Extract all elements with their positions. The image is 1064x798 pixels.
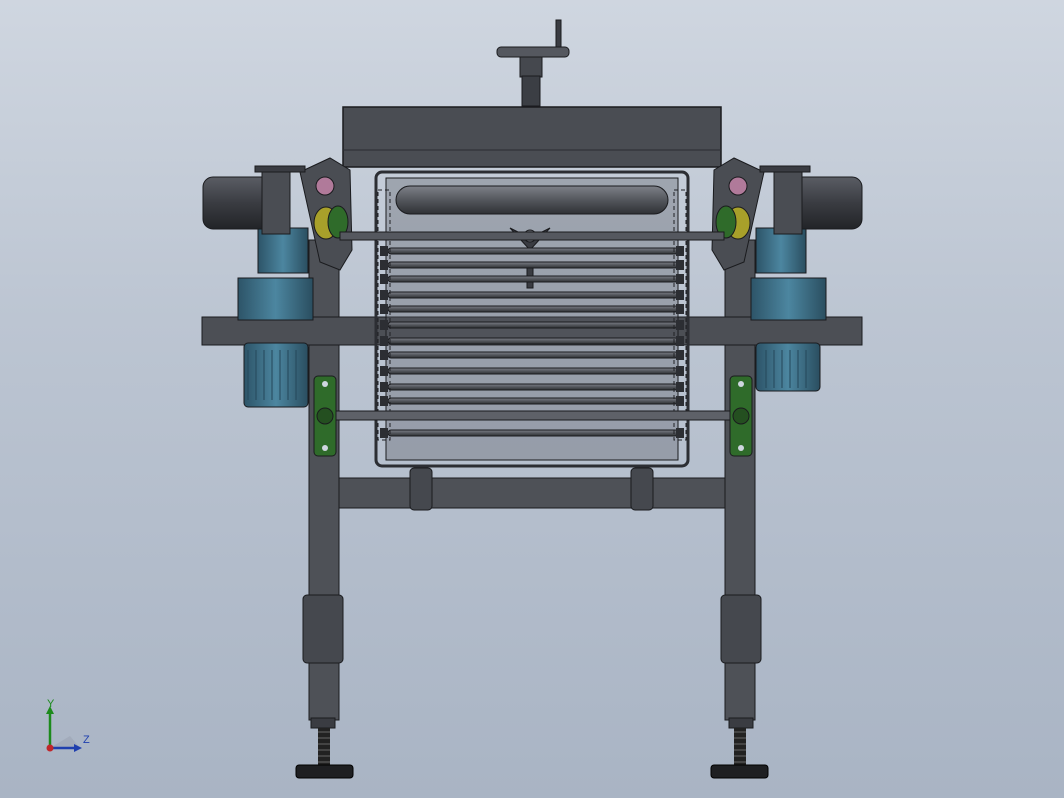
top-cover[interactable] [342,106,722,168]
chain-link [676,274,684,284]
chain-link [380,246,388,256]
chain-link [676,290,684,300]
chain-roller[interactable] [387,275,679,283]
left-leveling-screw [318,728,330,766]
chain-roller[interactable] [387,291,679,299]
chain-roller[interactable] [387,305,679,313]
chain-link [380,320,388,330]
chain-roller[interactable] [387,429,679,437]
chain-link [380,290,388,300]
conveyor-model[interactable] [0,0,1064,798]
chain-link [676,336,684,346]
right-foot [710,764,769,779]
drive-drum[interactable] [395,185,669,215]
chain-roller[interactable] [387,383,679,391]
chain-link [380,274,388,284]
chain-link [676,396,684,406]
chain-link [380,428,388,438]
handwheel[interactable] [496,19,570,107]
right-pillow-block[interactable] [729,375,753,457]
chain-roller[interactable] [387,337,679,345]
chain-roller[interactable] [387,351,679,359]
chain-link [380,336,388,346]
chain-link [380,350,388,360]
chain-link [676,350,684,360]
right-leveling-screw [734,728,746,766]
right-gear-motor[interactable] [750,171,863,392]
chain-link [676,366,684,376]
left-gear-motor[interactable] [202,171,314,408]
conveyor-frame[interactable] [374,170,690,468]
chain-link [380,260,388,270]
graphics-viewport[interactable]: Y Z [0,0,1064,798]
chain-link [676,382,684,392]
chain-roller[interactable] [387,247,679,255]
chain-roller[interactable] [387,367,679,375]
chain-roller[interactable] [387,321,679,329]
chain-link [380,366,388,376]
chain-link [676,320,684,330]
left-pillow-block[interactable] [313,375,337,457]
left-foot [295,764,354,779]
chain-link [676,304,684,314]
chain-link [380,382,388,392]
z-axis-label: Z [83,734,90,746]
lower-shaft[interactable] [329,410,735,421]
y-axis-label: Y [47,698,55,710]
chain-link [380,304,388,314]
chain-roller[interactable] [387,261,679,269]
chain-link [676,428,684,438]
axis-triad: Y Z [40,698,100,758]
chain-link [676,246,684,256]
lower-crossbar[interactable] [338,477,726,509]
chain-roller[interactable] [387,397,679,405]
drive-shaft[interactable] [339,231,725,241]
chain-link [380,396,388,406]
chain-link [676,260,684,270]
